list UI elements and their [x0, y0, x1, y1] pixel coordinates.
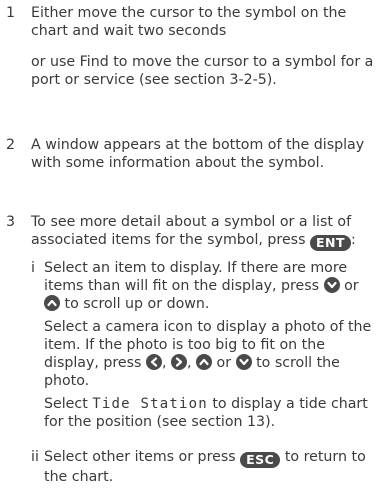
step-1-line-2: or use Find to move the cursor to a symb… [31, 54, 374, 88]
step-text: Either move the cursor to the symbol on … [31, 4, 379, 89]
up-arrow-key-icon [44, 295, 60, 311]
esc-key-icon: ESC [240, 452, 281, 468]
step-3-text: To see more detail about a symbol or a l… [31, 214, 352, 248]
step-number: 3 [6, 214, 16, 230]
down-arrow-key-icon [323, 277, 340, 293]
down-arrow-key-icon [235, 354, 252, 370]
substep-i-paragraph-2: Select a camera icon to display a photo … [44, 318, 379, 390]
substep-label: ii [31, 449, 39, 465]
step-text: To see more detail about a symbol or a l… [31, 213, 379, 251]
substep-i-paragraph-3: Select Tide Station to display a tide ch… [44, 395, 379, 431]
ent-key-icon: ENT [309, 235, 352, 251]
substep-text: Select other items or press ESC to retur… [44, 448, 379, 486]
step-number: 2 [6, 137, 16, 153]
left-arrow-key-icon [145, 354, 162, 370]
text: Select other items or press [44, 449, 236, 465]
tide-station-code: Tide Station [92, 396, 208, 412]
right-arrow-key-icon [170, 354, 187, 370]
text: Select an item to display. If there are … [44, 260, 348, 294]
step-number: 1 [6, 5, 16, 21]
substep-label: i [31, 260, 35, 276]
step-3-colon: : [351, 232, 356, 248]
text: , [161, 355, 167, 371]
text: or [216, 355, 232, 371]
text: Select [44, 396, 88, 412]
text: , [186, 355, 192, 371]
substep-i-paragraph-1: Select an item to display. If there are … [44, 259, 379, 313]
up-arrow-key-icon [196, 354, 213, 370]
text: or [344, 278, 359, 294]
step-1-line-1: Either move the cursor to the symbol on … [31, 5, 347, 39]
text: to scroll up or down. [64, 296, 210, 312]
substep-text: Select an item to display. If there are … [44, 259, 379, 431]
step-text: A window appears at the bottom of the di… [31, 137, 365, 171]
